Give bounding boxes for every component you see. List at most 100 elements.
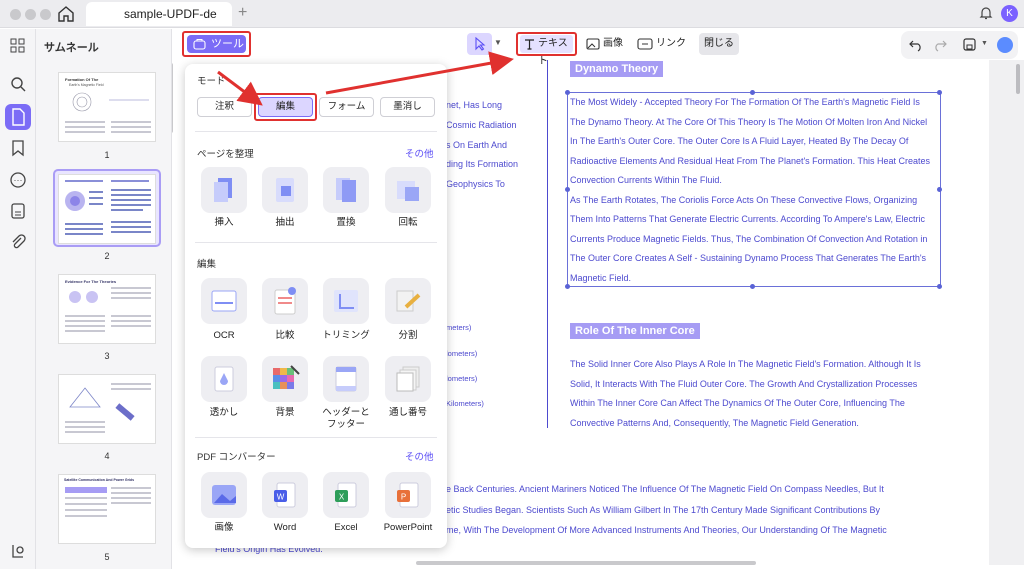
resize-handle[interactable] xyxy=(750,284,755,289)
layers-icon[interactable] xyxy=(9,542,27,560)
split-tool-button[interactable] xyxy=(385,278,431,324)
document-tab[interactable]: sample-UPDF-de xyxy=(86,2,232,26)
compare-icon xyxy=(274,287,296,315)
crop-tool-button[interactable] xyxy=(323,278,369,324)
mode-annotate-button[interactable]: 注釈 xyxy=(197,97,252,117)
dynamo-theory-heading[interactable]: Dynamo Theory xyxy=(570,61,664,77)
convert-to-powerpoint-button[interactable]: P xyxy=(385,472,431,518)
home-icon[interactable] xyxy=(56,4,76,24)
link-tool-label[interactable]: リンク xyxy=(656,35,686,53)
search-icon[interactable] xyxy=(9,75,27,93)
thumbnail-view-button[interactable] xyxy=(5,104,31,130)
header-footer-tool-button[interactable] xyxy=(323,356,369,402)
earth-diagram-icon xyxy=(65,191,85,211)
compare-tool-button[interactable] xyxy=(262,278,308,324)
page-thumbnail-4[interactable] xyxy=(58,374,156,444)
extract-icon xyxy=(276,178,294,202)
divider xyxy=(195,437,437,438)
text-tool-button[interactable]: テキスト xyxy=(520,35,573,67)
page-thumbnail-3[interactable]: Evidence For The Theories xyxy=(58,274,156,344)
left-unit-fragment: lometers) xyxy=(446,374,478,383)
text-line: me, With The Development Of More Advance… xyxy=(446,525,887,535)
left-text-fragment: Cosmic Radiation xyxy=(446,120,517,130)
bates-number-tool-button[interactable] xyxy=(385,356,431,402)
page-thumbnail-1[interactable]: Formation Of The Earth's Magnetic Field xyxy=(58,72,156,142)
undo-icon[interactable] xyxy=(909,38,923,52)
ocr-tool-button[interactable] xyxy=(201,278,247,324)
header-footer-label-line1: ヘッダーと xyxy=(322,407,370,418)
mode-form-button[interactable]: フォーム xyxy=(319,97,374,117)
resize-handle[interactable] xyxy=(937,187,942,192)
bookmark-icon[interactable] xyxy=(9,139,27,157)
save-options-chevron-icon[interactable]: ▼ xyxy=(981,40,988,47)
converter-more-link[interactable]: その他 xyxy=(405,449,434,463)
page-number-4: 4 xyxy=(104,451,110,461)
tools-button[interactable]: ツール xyxy=(187,35,246,53)
redo-icon[interactable] xyxy=(933,38,947,52)
page-number-2: 2 xyxy=(104,251,110,261)
convert-to-word-button[interactable]: W xyxy=(262,472,308,518)
organize-section-title: ページを整理 xyxy=(197,149,254,160)
wave-diagram-icon xyxy=(69,291,98,303)
save-icon[interactable] xyxy=(962,37,977,52)
mode-redact-button[interactable]: 墨消し xyxy=(380,97,435,117)
updf-ai-icon[interactable] xyxy=(997,37,1013,53)
horizontal-scrollbar[interactable] xyxy=(416,561,756,565)
convert-to-image-button[interactable] xyxy=(201,472,247,518)
bell-icon[interactable] xyxy=(978,5,994,21)
edit-section-title: 編集 xyxy=(197,259,217,270)
insert-tool-button[interactable] xyxy=(201,167,247,213)
avatar[interactable]: K xyxy=(1001,5,1018,22)
comment-icon[interactable] xyxy=(9,171,27,189)
text-line: The Most Widely - Accepted Theory For Th… xyxy=(570,97,920,107)
convert-to-excel-button[interactable]: X xyxy=(323,472,369,518)
divider xyxy=(195,242,437,243)
convert-word-label: Word xyxy=(273,522,297,533)
header-footer-label-line2: フッター xyxy=(326,419,365,430)
converter-section-title: PDF コンバーター xyxy=(197,452,276,463)
resize-handle[interactable] xyxy=(937,90,942,95)
replace-tool-label: 置換 xyxy=(336,217,356,228)
insert-icon xyxy=(214,178,232,202)
select-tool-button[interactable] xyxy=(467,33,492,55)
link-icon[interactable] xyxy=(637,37,653,51)
left-unit-fragment: Kilometers) xyxy=(446,399,484,408)
ocr-tool-label: OCR xyxy=(213,330,235,341)
title-bar: sample-UPDF-de + K xyxy=(0,0,1024,28)
compare-tool-label: 比較 xyxy=(275,330,295,341)
zoom-window-button[interactable] xyxy=(40,9,51,20)
page-thumbnail-2[interactable] xyxy=(58,174,156,244)
grid-icon[interactable] xyxy=(9,37,27,55)
chevron-down-icon[interactable]: ▼ xyxy=(494,38,502,47)
mode-edit-button[interactable]: 編集 xyxy=(258,97,313,117)
text-line: Solid, It Interacts With The Fluid Outer… xyxy=(570,378,918,389)
watermark-tool-button[interactable] xyxy=(201,356,247,402)
scrollbar-track xyxy=(989,60,1024,565)
page-thumbnail-5[interactable]: Satellite Communication And Power Grids xyxy=(58,474,156,544)
vertical-scrollbar[interactable] xyxy=(1016,64,1020,94)
rotate-tool-button[interactable] xyxy=(385,167,431,213)
text-line: The Dynamo Theory. At The Core Of This T… xyxy=(570,116,928,127)
background-tool-button[interactable] xyxy=(262,356,308,402)
inner-core-heading[interactable]: Role Of The Inner Core xyxy=(570,323,700,339)
text-line: Them Into Patterns That Generate Electri… xyxy=(570,214,926,224)
image-convert-icon xyxy=(212,485,236,505)
close-window-button[interactable] xyxy=(10,9,21,20)
watermark-tool-label: 透かし xyxy=(209,407,239,418)
thumbnail-title: Formation Of The xyxy=(65,77,99,82)
extract-tool-label: 抽出 xyxy=(275,217,295,228)
organize-more-link[interactable]: その他 xyxy=(405,146,434,160)
image-icon[interactable] xyxy=(586,37,600,51)
replace-tool-button[interactable] xyxy=(323,167,369,213)
image-tool-label[interactable]: 画像 xyxy=(603,35,623,53)
new-tab-button[interactable]: + xyxy=(238,4,247,22)
extract-tool-button[interactable] xyxy=(262,167,308,213)
left-text-fragment: ding Its Formation xyxy=(446,159,519,169)
attachment-icon[interactable] xyxy=(9,233,27,251)
tab-title: sample-UPDF-de xyxy=(124,7,217,21)
close-edit-button[interactable]: 閉じる xyxy=(699,33,739,55)
resize-handle[interactable] xyxy=(937,284,942,289)
powerpoint-icon: P xyxy=(397,482,419,508)
minimize-window-button[interactable] xyxy=(25,9,36,20)
form-icon[interactable] xyxy=(9,202,27,220)
